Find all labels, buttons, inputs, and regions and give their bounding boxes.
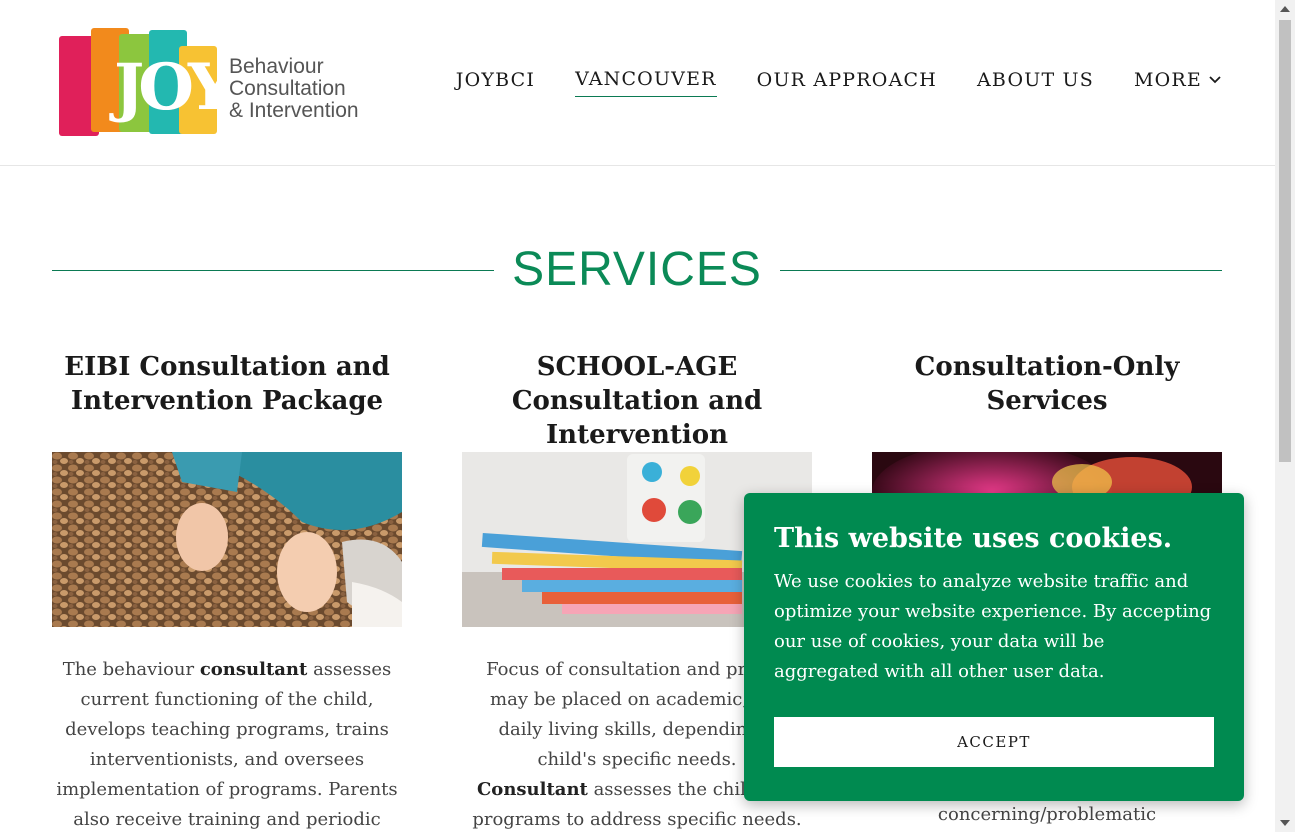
page-scrollbar[interactable]	[1275, 0, 1295, 832]
scroll-down-icon[interactable]	[1280, 820, 1290, 826]
site-header: JOY Behaviour Consultation & Interventio…	[0, 0, 1275, 166]
service-text-school-line6: programs to address specific needs.	[472, 809, 802, 830]
logo-line-1: Behaviour	[229, 55, 324, 78]
logo-mark: JOY	[57, 26, 234, 138]
service-text-eibi-part2: assesses current functioning of the chil…	[56, 659, 398, 830]
services-title: SERVICES	[512, 243, 762, 296]
service-text-school-line1: Focus of consultation and progra	[486, 659, 788, 680]
service-text-eibi-bold: consultant	[199, 659, 308, 680]
logo-mark-text: JOY	[114, 50, 234, 125]
cookie-text: We use cookies to analyze website traffi…	[774, 571, 1212, 682]
services-heading: SERVICES	[52, 240, 1222, 300]
accept-cookies-button[interactable]: ACCEPT	[774, 717, 1214, 767]
scroll-thumb[interactable]	[1279, 20, 1291, 462]
service-title-consultation-only: Consultation-Only Services	[914, 352, 1180, 416]
nav-more-label: MORE	[1133, 68, 1202, 91]
service-text-consultation-only: concerning/problematic	[937, 804, 1157, 825]
nav-vancouver[interactable]: VANCOUVER	[575, 68, 717, 97]
service-card-eibi: EIBI Consultation and Intervention Packa…	[52, 350, 402, 832]
logo[interactable]: JOY Behaviour Consultation & Interventio…	[57, 26, 367, 138]
nav-joybci[interactable]: JOYBCI	[456, 69, 535, 97]
service-text-school-line4: child's specific needs.	[537, 749, 737, 770]
pebbles-photo	[52, 452, 402, 627]
nav-more[interactable]: MORE	[1134, 69, 1222, 97]
chevron-down-icon	[1209, 75, 1221, 83]
service-text-eibi: The behaviour consultant assesses curren…	[52, 655, 402, 832]
logo-tagline: Behaviour Consultation & Intervention	[229, 56, 359, 122]
service-image-eibi	[52, 452, 402, 627]
nav-about-us[interactable]: ABOUT US	[977, 69, 1094, 97]
service-title-eibi: EIBI Consultation and Intervention Packa…	[64, 352, 390, 416]
service-text-school-bold: Consultant	[476, 779, 588, 800]
cookie-banner: This website uses cookies. We use cookie…	[744, 493, 1244, 801]
cookie-title: This website uses cookies.	[774, 523, 1173, 554]
main-nav: JOYBCI VANCOUVER OUR APPROACH ABOUT US M…	[456, 68, 1222, 97]
scroll-up-icon[interactable]	[1280, 6, 1290, 12]
logo-line-3: & Intervention	[229, 99, 359, 122]
logo-line-2: Consultation	[229, 77, 346, 100]
service-text-school-line2: may be placed on academic, soc	[490, 689, 784, 710]
nav-our-approach[interactable]: OUR APPROACH	[757, 69, 937, 97]
service-text-eibi-part1: The behaviour	[62, 659, 200, 680]
service-title-school-age: SCHOOL-AGE Consultation and Intervention	[511, 352, 763, 450]
service-text-school-line3: daily living skills, depending o	[498, 719, 776, 740]
